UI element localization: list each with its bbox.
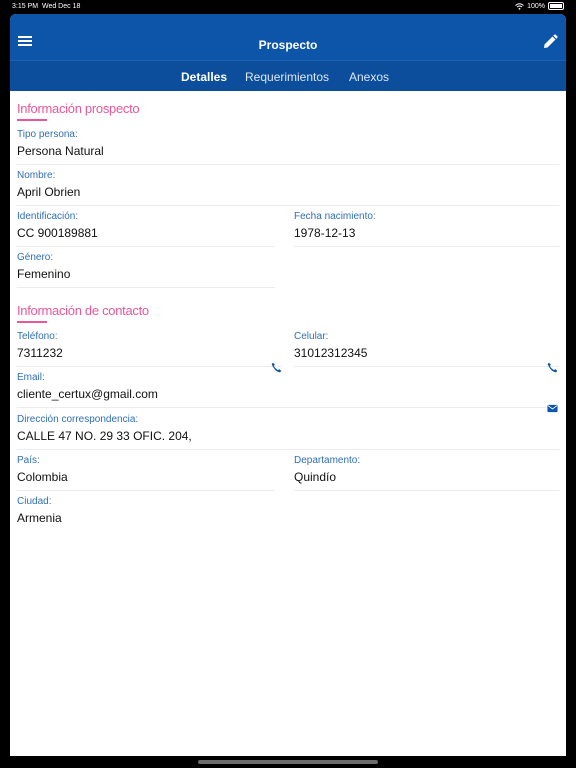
field-value: 1978-12-13 [294, 226, 356, 240]
field-divider [17, 287, 275, 288]
field-divider [17, 246, 275, 247]
field-divider [17, 164, 559, 165]
app-screen: Prospecto Detalles Requerimientos Anexos… [10, 14, 566, 756]
pencil-icon[interactable] [542, 34, 558, 50]
field-label: Celular: [294, 331, 329, 342]
field-label: Teléfono: [17, 331, 58, 342]
field-value: Armenia [17, 511, 62, 525]
field-divider [294, 246, 559, 247]
field-divider [17, 205, 559, 206]
tab-anexos[interactable]: Anexos [349, 70, 389, 84]
field-tipo-persona: Tipo persona: Persona Natural [17, 129, 559, 165]
field-value: Colombia [17, 470, 68, 484]
field-email: Email: cliente_certux@gmail.com [17, 372, 559, 408]
field-value: CALLE 47 NO. 29 33 OFIC. 204, [17, 429, 192, 443]
field-pais: País: Colombia [17, 455, 275, 491]
section-underline [17, 321, 47, 323]
battery-percent: 100% [527, 2, 545, 10]
field-label: Nombre: [17, 170, 56, 181]
status-date: Wed Dec 18 [41, 3, 81, 10]
field-ciudad: Ciudad: Armenia [17, 496, 275, 532]
field-divider [17, 490, 275, 491]
field-departamento: Departamento: Quindío [294, 455, 559, 491]
field-divider [294, 490, 559, 491]
field-value: Femenino [17, 267, 71, 281]
wifi-icon [515, 2, 524, 10]
field-value: Persona Natural [17, 144, 104, 158]
page-title: Prospecto [258, 38, 318, 52]
section-title-text: Información prospecto [17, 101, 140, 116]
field-direccion: Dirección correspondencia: CALLE 47 NO. … [17, 414, 559, 450]
field-value: 7311232 [17, 346, 63, 360]
section-title-contacto: Información de contacto [17, 303, 149, 323]
field-label: Ciudad: [17, 496, 52, 507]
home-indicator[interactable] [198, 760, 378, 764]
field-nombre: Nombre: April Obrien [17, 170, 559, 206]
field-value: 31012312345 [294, 346, 368, 360]
field-label: Email: [17, 372, 45, 383]
tab-detalles[interactable]: Detalles [181, 70, 227, 84]
field-genero: Género: Femenino [17, 252, 275, 288]
status-time: 3:15 PM [12, 3, 39, 10]
tab-bar: Detalles Requerimientos Anexos [10, 60, 566, 91]
field-value: Quindío [294, 470, 337, 484]
field-divider [17, 407, 559, 408]
field-divider [17, 449, 559, 450]
battery-icon [548, 2, 564, 10]
field-fecha-nacimiento: Fecha nacimiento: 1978-12-13 [294, 211, 559, 247]
field-value: April Obrien [17, 185, 81, 199]
field-divider [17, 366, 282, 367]
status-time-date: 3:15 PM Wed Dec 18 [12, 3, 80, 10]
field-label: País: [17, 455, 40, 466]
field-telefono: Teléfono: 7311232 [17, 331, 282, 367]
field-value: cliente_certux@gmail.com [17, 387, 158, 401]
section-title-text: Información de contacto [17, 303, 149, 318]
section-underline [17, 119, 47, 121]
status-bar: 3:15 PM Wed Dec 18 100% [0, 0, 576, 14]
navbar: Prospecto [10, 14, 566, 60]
field-celular: Celular: 31012312345 [294, 331, 559, 367]
field-label: Fecha nacimiento: [294, 211, 376, 222]
field-label: Tipo persona: [17, 129, 78, 140]
field-divider [294, 366, 559, 367]
field-label: Género: [17, 252, 54, 263]
envelope-icon[interactable] [547, 403, 558, 414]
field-label: Dirección correspondencia: [17, 414, 139, 425]
tab-requerimientos[interactable]: Requerimientos [245, 70, 329, 84]
section-title-prospecto: Información prospecto [17, 101, 140, 121]
status-right: 100% [515, 2, 564, 10]
field-label: Departamento: [294, 455, 361, 466]
field-label: Identificación: [17, 211, 79, 222]
field-value: CC 900189881 [17, 226, 98, 240]
field-identificacion: Identificación: CC 900189881 [17, 211, 275, 247]
